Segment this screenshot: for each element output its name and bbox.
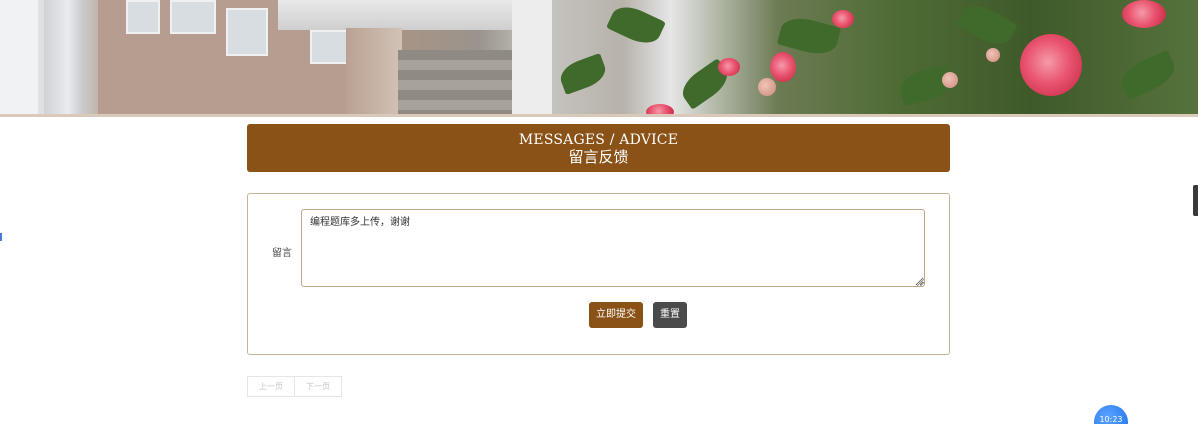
page-title-en: MESSAGES / ADVICE (518, 132, 679, 148)
camellia-flower (718, 58, 740, 76)
camellia-flower (770, 52, 796, 82)
header-banner-image (0, 0, 1198, 117)
prev-page-button[interactable]: 上一页 (247, 376, 295, 397)
message-textarea[interactable]: 编程题库多上传，谢谢 (301, 209, 925, 287)
floating-clock-button[interactable]: 10:23 (1094, 405, 1128, 424)
building-window (170, 0, 216, 34)
camellia-bud (986, 48, 1000, 62)
building-canopy (278, 0, 518, 30)
floating-clock-time: 10:23 (1099, 415, 1123, 424)
building-window (226, 8, 268, 56)
camellia-flower (832, 10, 854, 28)
building-balcony (398, 50, 513, 117)
message-form: 留言 编程题库多上传，谢谢 立即提交 重置 (247, 193, 950, 355)
page-title-bar: MESSAGES / ADVICE 留言反馈 (247, 124, 950, 172)
pagination: 上一页 下一页 (247, 376, 342, 397)
page: MESSAGES / ADVICE 留言反馈 留言 编程题库多上传，谢谢 立即提… (0, 0, 1198, 424)
camellia-bud (942, 72, 958, 88)
leaf (1116, 49, 1180, 101)
next-page-button[interactable]: 下一页 (295, 376, 342, 397)
left-edge-marker (0, 233, 2, 241)
building-white-wall (512, 0, 552, 117)
camellia-flower (1122, 0, 1166, 28)
resize-grip-icon[interactable] (917, 279, 924, 286)
leaf (606, 0, 666, 50)
leaf (956, 0, 1018, 52)
message-label: 留言 (272, 248, 292, 259)
building-pillar (44, 0, 84, 117)
reset-button[interactable]: 重置 (653, 302, 687, 328)
camellia-flower (1020, 34, 1082, 96)
camellia-flower (646, 104, 674, 117)
side-drawer-handle[interactable] (1193, 185, 1198, 216)
page-title-cn: 留言反馈 (568, 148, 629, 166)
building-window (126, 0, 160, 34)
building-wall (0, 0, 38, 117)
building-window (310, 30, 348, 64)
building-column (346, 28, 402, 117)
leaf (556, 52, 610, 96)
camellia-bud (758, 78, 776, 96)
submit-button[interactable]: 立即提交 (589, 302, 643, 328)
